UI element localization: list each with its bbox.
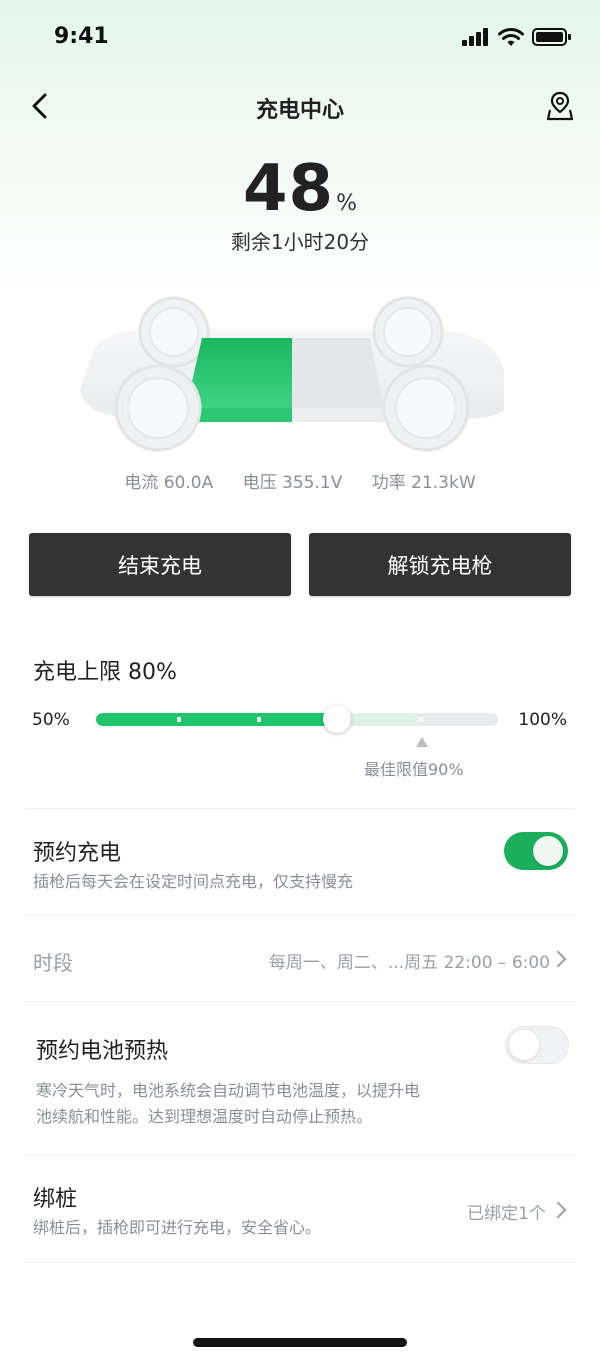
- divider: [25, 1001, 575, 1002]
- status-bar: 9:41: [0, 0, 600, 74]
- best-limit-marker-icon: [416, 737, 428, 747]
- car-illustration: [80, 296, 504, 452]
- rear-top-wheel-icon: [138, 296, 210, 368]
- wifi-icon: [498, 27, 524, 46]
- charge-limit-slider-track[interactable]: [96, 713, 498, 726]
- charge-limit-slider-fill: [96, 713, 337, 726]
- divider: [25, 915, 575, 916]
- rear-bottom-wheel-icon: [114, 364, 202, 452]
- battery-gray-top: [292, 338, 384, 408]
- metric-voltage: 电压 355.1V: [242, 473, 343, 493]
- status-icons: [462, 26, 572, 48]
- battery-percent: 48%: [0, 152, 600, 226]
- status-time: 9:41: [54, 24, 109, 49]
- battery-green-top: [186, 338, 292, 408]
- charging-metrics: 电流 60.0A 电压 355.1V 功率 21.3kW: [0, 468, 600, 493]
- scheduled-charging-toggle[interactable]: [504, 832, 568, 870]
- front-bottom-wheel-icon: [382, 364, 470, 452]
- toggle-knob: [533, 836, 563, 866]
- binding-status[interactable]: 已绑定1个: [467, 1199, 546, 1224]
- metric-power: 功率 21.3kW: [371, 473, 476, 493]
- preheat-title: 预约电池预热: [36, 1039, 169, 1064]
- toggle-knob: [509, 1030, 539, 1060]
- page-title: 充电中心: [255, 98, 344, 123]
- nav-bar: 充电中心: [0, 78, 600, 134]
- preheat-toggle[interactable]: [505, 1026, 569, 1064]
- slider-tick: [257, 717, 261, 722]
- battery-percent-value: 48: [243, 152, 335, 226]
- slider-tick: [177, 717, 181, 722]
- charge-limit-title: 充电上限 80%: [33, 660, 177, 685]
- chevron-right-icon[interactable]: [549, 1201, 567, 1219]
- charge-limit-min: 50%: [32, 710, 70, 730]
- best-limit-label: 最佳限值90%: [364, 760, 464, 779]
- charging-map-button[interactable]: [542, 88, 578, 124]
- unlock-gun-button[interactable]: 解锁充电枪: [309, 533, 571, 596]
- binding-desc: 绑桩后，插枪即可进行充电，安全省心。: [33, 1218, 322, 1237]
- metric-current: 电流 60.0A: [124, 473, 214, 493]
- charge-limit-max: 100%: [518, 710, 567, 730]
- battery-icon: [532, 28, 571, 46]
- stop-charging-button[interactable]: 结束充电: [29, 533, 291, 596]
- period-label: 时段: [33, 951, 73, 975]
- divider: [25, 808, 575, 809]
- map-pin-icon: [546, 91, 574, 121]
- car-battery-illustration: [74, 290, 514, 460]
- battery-percent-unit: %: [336, 191, 357, 216]
- home-indicator[interactable]: [193, 1338, 407, 1347]
- signal-icon: [462, 28, 488, 46]
- slider-tick: [419, 717, 423, 722]
- remaining-time: 剩余1小时20分: [230, 230, 370, 254]
- scheduled-charging-title: 预约充电: [33, 841, 122, 866]
- preheat-desc-line2: 池续航和性能。达到理想温度时自动停止预热。: [36, 1107, 373, 1126]
- divider: [25, 1262, 575, 1263]
- period-value[interactable]: 每周一、周二、...周五 22:00 – 6:00: [269, 948, 550, 973]
- binding-title: 绑桩: [33, 1187, 78, 1212]
- preheat-desc-line1: 寒冷天气时，电池系统会自动调节电池温度，以提升电: [36, 1081, 421, 1100]
- battery-gray-front: [292, 408, 384, 422]
- divider: [25, 1155, 575, 1156]
- scheduled-charging-desc: 插枪后每天会在设定时间点充电，仅支持慢充: [33, 872, 354, 891]
- charge-limit-slider-handle[interactable]: [323, 705, 351, 733]
- front-top-wheel-icon: [372, 296, 444, 368]
- chevron-right-icon[interactable]: [549, 950, 567, 968]
